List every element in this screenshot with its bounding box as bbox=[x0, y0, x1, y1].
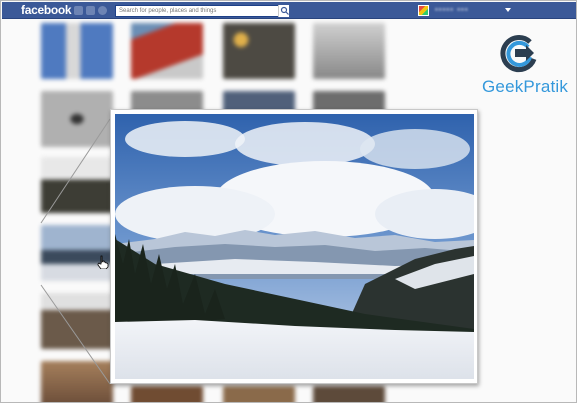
geekpratik-logo-icon bbox=[500, 35, 537, 73]
mountain-landscape-image bbox=[115, 114, 474, 379]
screenshot-frame: facebook Search for people, places and t… bbox=[0, 0, 577, 403]
geekpratik-logo-text: GeekPratik bbox=[482, 77, 569, 96]
photo-viewer-popup[interactable] bbox=[110, 109, 478, 384]
mountain-photo[interactable] bbox=[115, 114, 474, 379]
hand-cursor-icon bbox=[97, 255, 109, 269]
